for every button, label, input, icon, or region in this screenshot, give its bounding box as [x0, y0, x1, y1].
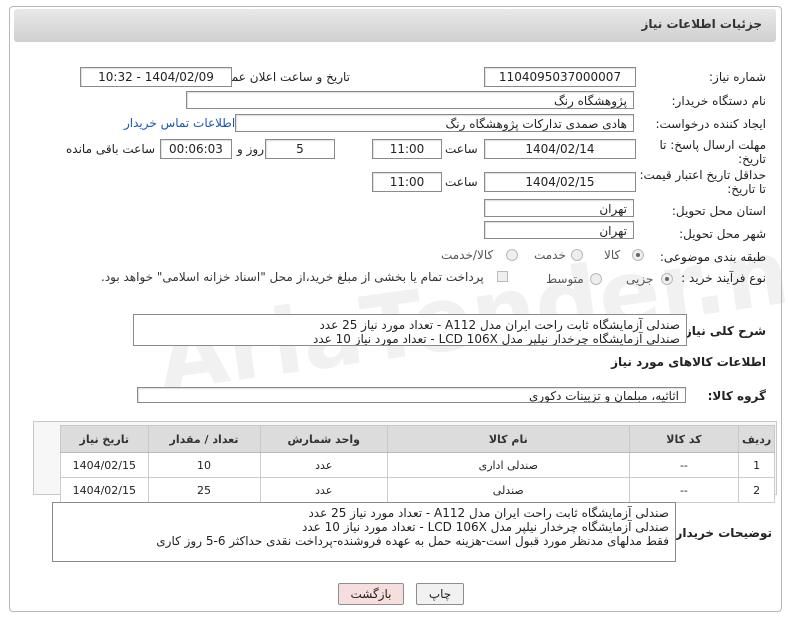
- cell-item-name: صندلی اداری: [386, 452, 630, 478]
- cell-item-code: --: [628, 477, 740, 503]
- cell-quantity: 25: [147, 477, 261, 503]
- cell-need-date: 1404/02/15: [60, 477, 149, 503]
- buyer-notes-line-2: صندلی آزمایشگاه چرخدار نیلپر مدل LCD 106…: [301, 520, 669, 534]
- page-title: جزئیات اطلاعات نیاز: [641, 17, 762, 31]
- delivery-city-label: شهر محل تحویل:: [679, 227, 766, 241]
- table-row: 1 -- صندلی اداری عدد 10 1404/02/15: [60, 452, 775, 478]
- process-option-minor: جزیی: [626, 272, 654, 286]
- price-time-label: ساعت: [445, 175, 478, 189]
- goods-group-label: گروه کالا:: [707, 389, 766, 403]
- delivery-province-field[interactable]: تهران: [484, 199, 634, 217]
- category-radio-goods[interactable]: [632, 249, 644, 261]
- cell-unit: عدد: [259, 477, 388, 503]
- buyer-contact-link[interactable]: اطلاعات تماس خریدار: [124, 116, 235, 130]
- treasury-payment-note: پرداخت تمام یا بخشی از مبلغ خرید،از محل …: [101, 270, 484, 284]
- col-quantity: تعداد / مقدار: [147, 425, 261, 453]
- announce-field[interactable]: 1404/02/09 - 10:32: [80, 67, 232, 87]
- cell-item-code: --: [628, 452, 740, 478]
- process-radio-medium[interactable]: [590, 273, 602, 285]
- panel-header: جزئیات اطلاعات نیاز: [14, 9, 776, 42]
- back-button[interactable]: بازگشت: [338, 583, 404, 605]
- print-button[interactable]: چاپ: [416, 583, 464, 605]
- category-label: طبقه بندی موضوعی:: [659, 250, 766, 264]
- col-item-code: کد کالا: [628, 425, 740, 453]
- summary-textarea[interactable]: صندلی آزمایشگاه ثابت راحت ایران مدل A112…: [133, 314, 687, 346]
- buyer-notes-line-3: فقط مدلهای مدنظر مورد قبول است-هزینه حمل…: [156, 534, 669, 548]
- cell-quantity: 10: [147, 452, 261, 478]
- buyer-org-field[interactable]: پژوهشگاه رنگ: [186, 91, 634, 109]
- reply-time-field[interactable]: 11:00: [372, 139, 442, 159]
- goods-section-title: اطلاعات کالاهای مورد نیاز: [611, 355, 766, 369]
- buyer-notes-line-1: صندلی آزمایشگاه ثابت راحت ایران مدل A112…: [308, 506, 669, 520]
- summary-label: شرح کلی نیاز:: [680, 324, 766, 338]
- buyer-notes-label: توضیحات خریدار:: [670, 526, 772, 540]
- summary-line-2: صندلی آزمایشگاه چرخدار نیلپر مدل LCD 106…: [312, 332, 680, 346]
- cell-need-date: 1404/02/15: [60, 452, 149, 478]
- delivery-province-label: استان محل تحویل:: [671, 204, 766, 218]
- items-table: ردیف کد کالا نام کالا واحد شمارش تعداد /…: [60, 425, 775, 503]
- price-time-field[interactable]: 11:00: [372, 172, 442, 192]
- reply-date-field[interactable]: 1404/02/14: [484, 139, 636, 159]
- col-item-name: نام کالا: [386, 425, 630, 453]
- delivery-city-field[interactable]: تهران: [484, 221, 634, 239]
- treasury-payment-checkbox[interactable]: [497, 271, 508, 282]
- category-option-goods: کالا: [604, 248, 621, 262]
- category-option-goods-service: کالا/خدمت: [441, 248, 494, 262]
- days-label: روز و: [237, 142, 264, 156]
- need-number-field[interactable]: 1104095037000007: [484, 67, 636, 87]
- process-option-medium: متوسط: [546, 272, 584, 286]
- col-unit: واحد شمارش: [259, 425, 388, 453]
- need-number-label: شماره نیاز:: [709, 70, 766, 84]
- process-label: نوع فرآیند خرید :: [681, 271, 766, 285]
- cell-item-name: صندلی: [386, 477, 630, 503]
- goods-group-field[interactable]: اثاثیه، مبلمان و تزیینات دکوری: [137, 387, 686, 403]
- cell-unit: عدد: [259, 452, 388, 478]
- requester-label: ایجاد کننده درخواست:: [655, 117, 766, 131]
- col-row-number: ردیف: [738, 425, 775, 453]
- requester-field[interactable]: هادی صمدی تدارکات پژوهشگاه رنگ: [235, 114, 634, 132]
- summary-line-1: صندلی آزمایشگاه ثابت راحت ایران مدل A112…: [319, 318, 680, 332]
- category-radio-goods-service[interactable]: [506, 249, 518, 261]
- remaining-time-field[interactable]: 00:06:03: [160, 139, 232, 159]
- buyer-org-label: نام دستگاه خریدار:: [671, 94, 767, 108]
- col-need-date: تاریخ نیاز: [60, 425, 149, 453]
- remaining-time-label: ساعت باقی مانده: [66, 142, 156, 156]
- table-row: 2 -- صندلی عدد 25 1404/02/15: [60, 477, 775, 503]
- days-field[interactable]: 5: [265, 139, 335, 159]
- price-date-field[interactable]: 1404/02/15: [484, 172, 636, 192]
- process-radio-minor[interactable]: [661, 273, 673, 285]
- cell-row-number: 1: [738, 452, 775, 478]
- reply-deadline-label-2: تاریخ:: [738, 152, 766, 166]
- category-option-service: خدمت: [534, 248, 566, 262]
- price-deadline-label: حداقل تاریخ اعتبار قیمت:: [639, 168, 766, 182]
- reply-time-label: ساعت: [445, 142, 478, 156]
- buyer-notes-textarea[interactable]: صندلی آزمایشگاه ثابت راحت ایران مدل A112…: [52, 502, 676, 562]
- category-radio-service[interactable]: [571, 249, 583, 261]
- reply-deadline-label: مهلت ارسال پاسخ: تا: [659, 138, 766, 152]
- cell-row-number: 2: [738, 477, 775, 503]
- price-deadline-label-2: تا تاریخ:: [727, 182, 766, 196]
